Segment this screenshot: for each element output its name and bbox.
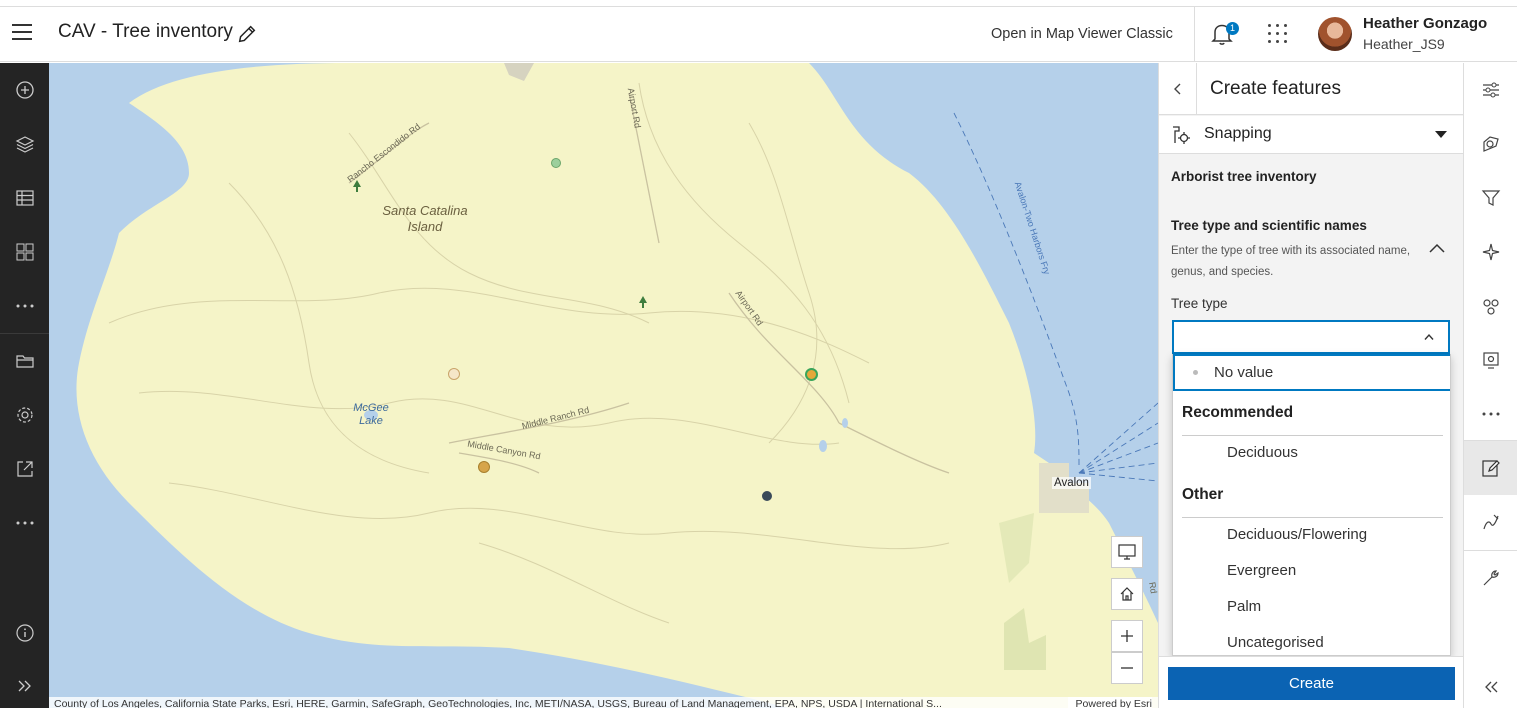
attribution-text: County of Los Angeles, California State … — [54, 698, 942, 708]
avatar[interactable] — [1318, 17, 1352, 51]
group-title: Tree type and scientific names — [1171, 218, 1367, 233]
tree-type-label: Tree type — [1171, 296, 1228, 311]
filter-icon[interactable] — [1464, 171, 1517, 225]
tree-type-options: No value Recommended Deciduous Other Dec… — [1172, 354, 1451, 656]
left-toolbar — [0, 63, 49, 708]
zoom-in-button[interactable] — [1111, 620, 1143, 652]
info-icon[interactable] — [0, 609, 49, 657]
tree-marker-icon[interactable] — [448, 368, 460, 380]
user-name[interactable]: Heather Gonzago — [1363, 15, 1487, 32]
chevron-up-icon[interactable] — [1427, 240, 1447, 256]
share-icon[interactable] — [0, 445, 49, 493]
zoom-out-button[interactable] — [1111, 652, 1143, 684]
right-toolbar — [1463, 63, 1517, 708]
folder-icon[interactable] — [0, 337, 49, 385]
monitor-icon — [1118, 544, 1136, 560]
snapping-dropdown[interactable]: Snapping — [1159, 116, 1464, 154]
map-view[interactable]: Santa Catalina Island McGee Lake Avalon … — [49, 63, 1158, 708]
powered-by-link[interactable]: Powered by Esri — [1067, 697, 1152, 708]
notification-badge: 1 — [1226, 22, 1239, 35]
app-header: CAV - Tree inventory Open in Map Viewer … — [0, 6, 1517, 62]
settings-wrench-icon[interactable] — [1464, 551, 1517, 605]
more-icon[interactable] — [0, 282, 49, 330]
nav-divider — [0, 333, 49, 334]
open-classic-link[interactable]: Open in Map Viewer Classic — [991, 26, 1173, 42]
header-divider — [1194, 7, 1195, 62]
tree-marker-icon[interactable] — [478, 461, 490, 473]
edit-icon[interactable] — [1464, 441, 1517, 495]
more-icon[interactable] — [0, 499, 49, 547]
town-label: Avalon — [1052, 477, 1091, 489]
snapping-label: Snapping — [1204, 125, 1272, 142]
more-icon[interactable] — [1464, 387, 1517, 441]
caret-down-icon — [1435, 131, 1447, 138]
tree-type-select[interactable] — [1172, 320, 1450, 354]
snapping-icon — [1173, 126, 1190, 144]
back-button[interactable] — [1159, 63, 1197, 115]
home-icon — [1120, 587, 1134, 601]
app-launcher-icon[interactable] — [1267, 23, 1289, 45]
point-marker-icon[interactable] — [762, 491, 772, 501]
option-item[interactable]: Palm — [1173, 590, 1450, 624]
create-features-panel: Create features Snapping Arborist tree i… — [1158, 63, 1464, 708]
app-title: CAV - Tree inventory — [58, 21, 233, 42]
properties-icon[interactable] — [1464, 63, 1517, 117]
pencil-icon[interactable] — [236, 23, 258, 45]
tree-marker-icon[interactable] — [638, 296, 648, 308]
menu-icon[interactable] — [12, 24, 32, 42]
settings-icon[interactable] — [0, 391, 49, 439]
effects-icon[interactable] — [1464, 225, 1517, 279]
option-item[interactable]: Evergreen — [1173, 554, 1450, 588]
tree-marker-icon[interactable] — [551, 158, 561, 168]
configure-icon[interactable] — [1464, 333, 1517, 387]
form-title: Arborist tree inventory — [1171, 169, 1317, 184]
panel-header: Create features — [1159, 63, 1464, 115]
grid-icon[interactable] — [0, 228, 49, 276]
option-item[interactable]: Deciduous/Flowering — [1173, 518, 1450, 552]
bullet-icon — [1193, 370, 1198, 375]
tree-marker-icon[interactable] — [352, 180, 362, 192]
group-description: Enter the type of tree with its associat… — [1171, 245, 1411, 278]
sketch-icon[interactable] — [1464, 495, 1517, 549]
panel-footer: Create — [1159, 656, 1464, 708]
option-item[interactable]: Deciduous — [1173, 436, 1450, 470]
collapse-icon[interactable] — [1464, 660, 1517, 714]
panel-title: Create features — [1210, 78, 1341, 99]
styles-icon[interactable] — [1464, 117, 1517, 171]
option-no-value[interactable]: No value — [1173, 354, 1450, 391]
expand-icon[interactable] — [0, 662, 49, 710]
add-icon[interactable] — [0, 66, 49, 114]
basemap — [76, 63, 1158, 708]
map-attribution: County of Los Angeles, California State … — [49, 697, 1158, 708]
lake-label: McGee Lake — [353, 402, 389, 427]
layers-icon[interactable] — [0, 120, 49, 168]
chevron-up-icon — [1424, 333, 1434, 340]
island-label: Santa Catalina Island — [382, 203, 468, 234]
minus-icon — [1121, 667, 1133, 669]
option-group-label: Other — [1182, 486, 1224, 503]
user-id[interactable]: Heather_JS9 — [1363, 36, 1445, 52]
pop-ups-icon[interactable] — [1464, 279, 1517, 333]
chevron-left-icon — [1173, 83, 1180, 95]
create-button[interactable]: Create — [1168, 667, 1455, 700]
home-button[interactable] — [1111, 578, 1143, 610]
screen-mode-button[interactable] — [1111, 536, 1143, 568]
plus-icon — [1121, 630, 1133, 642]
option-group-label: Recommended — [1182, 404, 1294, 421]
option-item[interactable]: Uncategorised — [1173, 626, 1450, 655]
table-icon[interactable] — [0, 174, 49, 222]
selected-marker-icon[interactable] — [805, 368, 818, 381]
